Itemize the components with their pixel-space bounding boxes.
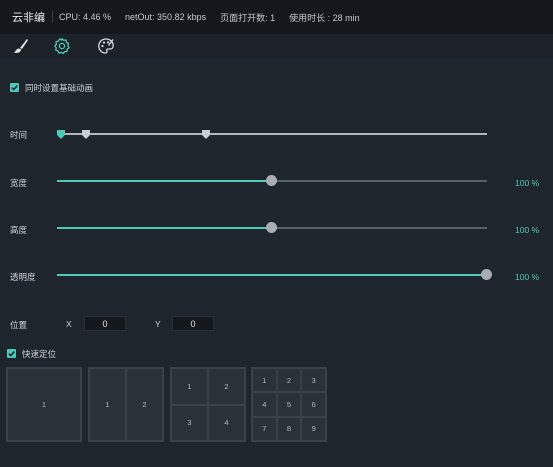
layout-cell[interactable]: 7	[252, 416, 277, 441]
tool-tabs	[0, 34, 553, 58]
layout-cell[interactable]: 8	[276, 416, 302, 441]
sync-animation-label: 同时设置基础动画	[25, 83, 94, 93]
layout-cell[interactable]: 4	[252, 392, 277, 417]
palette-icon[interactable]	[97, 37, 115, 55]
layout-preset-9[interactable]: 1 2 3 4 5 6 7 8 9	[251, 367, 327, 442]
opacity-slider-fill	[57, 274, 487, 276]
layout-cell[interactable]: 1	[171, 368, 208, 405]
width-label: 宽度	[10, 178, 28, 188]
opacity-value: 100 %	[515, 272, 540, 282]
layout-cell[interactable]: 4	[208, 404, 245, 441]
layout-cell[interactable]: 1	[7, 368, 81, 441]
keyframe-marker[interactable]	[82, 130, 90, 139]
x-label: X	[66, 319, 72, 329]
status-bar: 云非编 CPU: 4.46 % netOut: 350.82 kbps 页面打开…	[0, 0, 553, 34]
layout-cell[interactable]: 1	[252, 368, 277, 393]
opacity-label: 透明度	[10, 272, 36, 282]
height-slider-handle[interactable]	[266, 222, 277, 233]
y-label: Y	[155, 319, 161, 329]
layout-preset-2[interactable]: 1 2	[88, 367, 164, 442]
check-icon	[8, 351, 15, 357]
net-out: netOut: 350.82 kbps	[125, 12, 207, 22]
y-input[interactable]: 0	[172, 316, 214, 331]
layout-cell[interactable]: 2	[208, 368, 245, 405]
x-input[interactable]: 0	[84, 316, 126, 331]
width-slider-fill	[57, 180, 271, 182]
brush-icon[interactable]	[12, 37, 30, 55]
layout-cell[interactable]: 5	[276, 392, 302, 417]
layout-preset-4[interactable]: 1 2 3 4	[170, 367, 246, 442]
layout-preset-1[interactable]: 1	[6, 367, 82, 442]
timeline-label: 时间	[10, 130, 28, 140]
sync-animation-checkbox[interactable]	[10, 83, 19, 92]
quick-position-label: 快速定位	[22, 349, 57, 359]
layout-cell[interactable]: 3	[171, 404, 208, 441]
opacity-slider-handle[interactable]	[481, 269, 492, 280]
height-slider-fill	[57, 227, 271, 229]
layout-cell[interactable]: 1	[89, 368, 126, 441]
layout-cell[interactable]: 2	[126, 368, 163, 441]
timeline-track[interactable]	[59, 133, 487, 135]
layout-cell[interactable]: 2	[276, 368, 302, 393]
gear-icon[interactable]	[53, 37, 71, 55]
layout-cell[interactable]: 9	[301, 416, 326, 441]
opacity-slider[interactable]	[57, 274, 487, 276]
pages-open: 页面打开数: 1	[220, 12, 276, 23]
app-title: 云非编	[12, 12, 45, 24]
check-icon	[11, 85, 18, 91]
height-value: 100 %	[515, 225, 540, 235]
layout-cell[interactable]: 3	[301, 368, 326, 393]
layout-cell[interactable]: 6	[301, 392, 326, 417]
keyframe-marker[interactable]	[202, 130, 210, 139]
keyframe-marker-start[interactable]	[57, 130, 65, 139]
width-slider-handle[interactable]	[266, 175, 277, 186]
width-value: 100 %	[515, 178, 540, 188]
cpu-usage: CPU: 4.46 %	[59, 12, 112, 22]
position-label: 位置	[10, 320, 28, 330]
usage-time: 使用时长 : 28 min	[289, 12, 360, 23]
divider	[52, 11, 53, 23]
height-label: 高度	[10, 225, 28, 235]
quick-position-checkbox[interactable]	[7, 349, 16, 358]
